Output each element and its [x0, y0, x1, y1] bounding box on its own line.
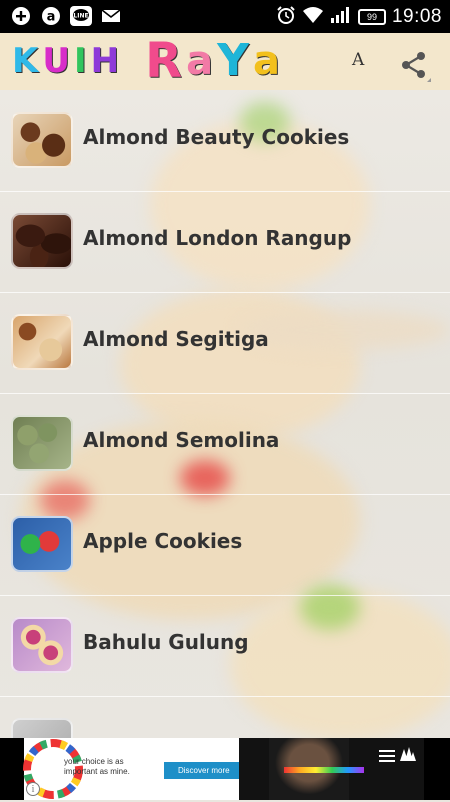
alarm-clock-icon: [276, 5, 296, 29]
app-logo-title: KUIH RaYa: [12, 33, 284, 89]
recipe-thumbnail: [11, 718, 73, 738]
status-bar: a LINE 99 19:08: [0, 0, 450, 33]
recipe-thumbnail: [11, 112, 73, 168]
recipe-thumbnail: [11, 314, 73, 370]
list-item[interactable]: Almond Beauty Cookies: [0, 90, 450, 192]
clock-time: 19:08: [391, 6, 442, 27]
logo-letter: H: [90, 41, 120, 81]
logo-letter: K: [12, 41, 39, 81]
brand-trefoil-icon: [400, 747, 416, 761]
recipe-label: Almond Beauty Cookies: [83, 125, 350, 149]
menu-icon: [379, 750, 395, 762]
logo-letter: U: [42, 41, 70, 81]
ad-tagline: your choice is as important as mine.: [64, 757, 130, 776]
ad-left-panel: your choice is as important as mine. Dis…: [23, 738, 254, 800]
recipe-thumbnail: [11, 617, 73, 673]
wifi-icon: [302, 6, 324, 28]
svg-text:a: a: [47, 10, 56, 25]
recipe-list: Almond Beauty Cookies Almond London Rang…: [0, 90, 450, 738]
recipe-label: Almond Semolina: [83, 428, 280, 452]
recipe-label: Almond Segitiga: [83, 327, 269, 351]
logo-letter: Y: [217, 35, 249, 86]
battery-icon: 99: [357, 9, 386, 25]
recipe-thumbnail: [11, 415, 73, 471]
add-circle-icon: [10, 5, 32, 27]
list-item[interactable]: Almond Semolina: [0, 393, 450, 495]
recipe-label: Apple Cookies: [83, 529, 243, 553]
svg-text:LINE: LINE: [73, 13, 88, 20]
recipe-thumbnail: [11, 516, 73, 572]
logo-letter: a: [252, 38, 280, 84]
logo-letter: a: [186, 38, 214, 84]
recipe-label: Almond London Rangup: [83, 226, 352, 250]
ad-right-panel: [239, 738, 424, 800]
font-size-icon[interactable]: A: [352, 50, 364, 70]
mail-icon: [100, 5, 122, 27]
rainbow-stripe: [284, 767, 364, 773]
ad-creative[interactable]: your choice is as important as mine. Dis…: [23, 738, 424, 800]
app-bar: KUIH RaYa A: [0, 33, 450, 90]
list-item[interactable]: [0, 696, 450, 738]
recipe-thumbnail: [11, 213, 73, 269]
ad-info-icon[interactable]: i: [26, 782, 40, 796]
recipe-label: Bahulu Gulung: [83, 630, 249, 654]
list-item[interactable]: Almond London Rangup: [0, 191, 450, 293]
share-icon[interactable]: [395, 46, 433, 84]
logo-letter: I: [73, 41, 87, 81]
a-circle-icon: a: [40, 5, 62, 27]
list-item[interactable]: Bahulu Gulung: [0, 595, 450, 697]
list-item[interactable]: Almond Segitiga: [0, 292, 450, 394]
battery-level: 99: [366, 12, 377, 22]
line-app-icon: LINE: [70, 5, 92, 27]
signal-icon: [330, 6, 352, 28]
logo-letter: R: [145, 33, 183, 89]
ad-banner[interactable]: your choice is as important as mine. Dis…: [0, 738, 450, 800]
list-item[interactable]: Apple Cookies: [0, 494, 450, 596]
